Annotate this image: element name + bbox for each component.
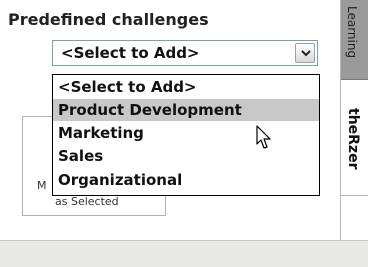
tab-learning-label: Learning xyxy=(345,6,359,59)
option-select-to-add[interactable]: <Select to Add> xyxy=(53,76,319,98)
section-heading: Predefined challenges xyxy=(8,10,209,29)
challenges-panel: Predefined challenges M as Selected <Sel… xyxy=(0,0,340,240)
chevron-down-icon xyxy=(301,50,311,57)
background-text-line2: as Selected xyxy=(55,195,119,208)
tab-therzer[interactable]: theRzer xyxy=(341,80,368,196)
option-marketing[interactable]: Marketing xyxy=(53,122,319,144)
challenge-select[interactable]: <Select to Add> xyxy=(52,40,318,66)
tab-therzer-label: theRzer xyxy=(345,108,361,170)
bottom-bar xyxy=(0,240,368,267)
mouse-cursor-icon xyxy=(256,125,271,149)
challenge-select-value: <Select to Add> xyxy=(61,44,200,62)
option-sales[interactable]: Sales xyxy=(53,145,319,167)
background-text-line1: M xyxy=(37,179,47,192)
dropdown-list: <Select to Add> Product Development Mark… xyxy=(52,74,320,196)
option-organizational[interactable]: Organizational xyxy=(53,169,319,191)
option-product-development[interactable]: Product Development xyxy=(53,99,319,121)
tab-learning[interactable]: Learning xyxy=(341,0,368,80)
dropdown-button[interactable] xyxy=(295,43,315,63)
